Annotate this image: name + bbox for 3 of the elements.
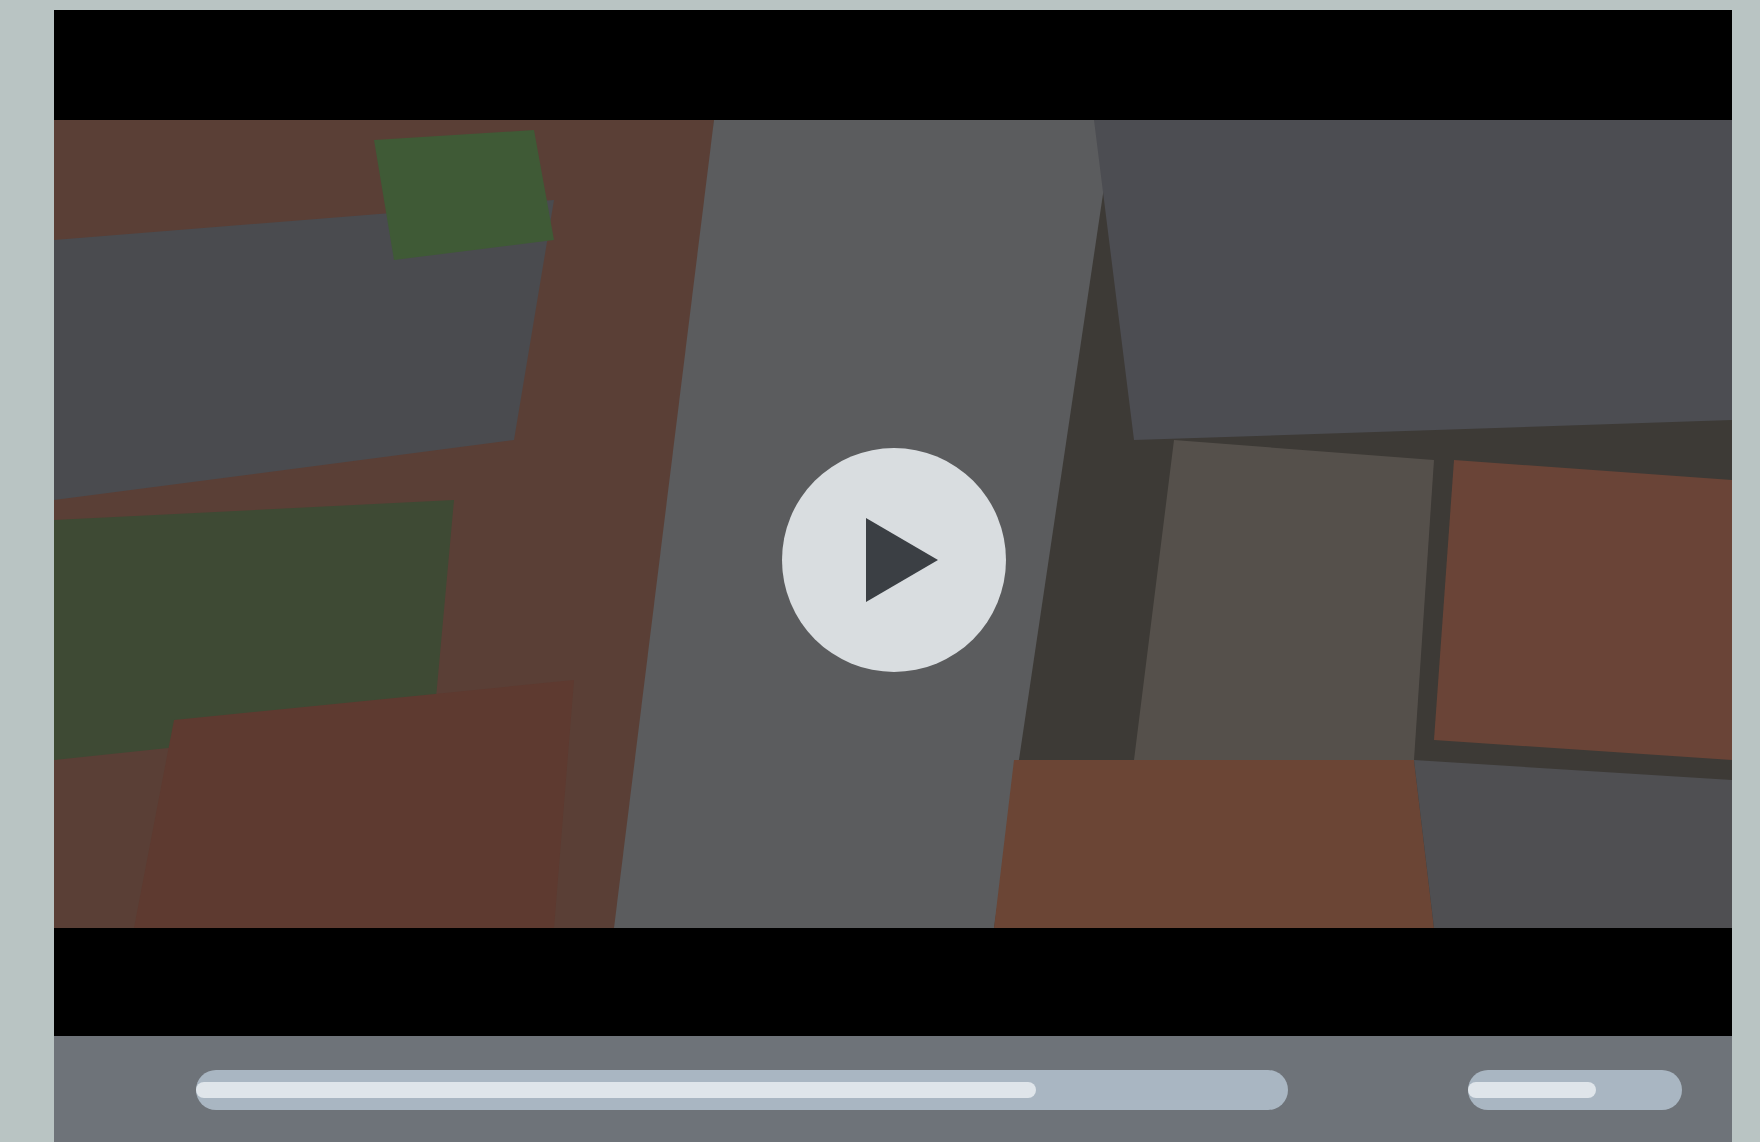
progress-bar[interactable] xyxy=(196,1069,1288,1109)
volume-slider[interactable] xyxy=(1468,1069,1682,1109)
play-icon xyxy=(866,518,938,602)
